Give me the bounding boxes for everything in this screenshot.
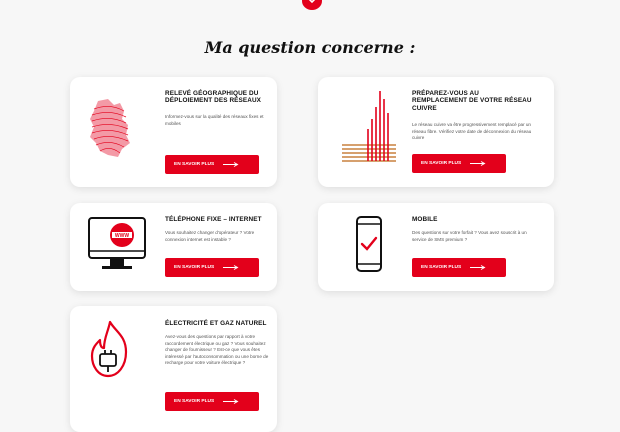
scroll-down-toggle[interactable] — [302, 0, 322, 10]
www-badge-text: WWW — [115, 233, 129, 239]
card-geographic-survey: RELEVÉ GÉOGRAPHIQUE DU DÉPLOIEMENT DES R… — [70, 77, 277, 187]
card-description: Le réseau cuivre va être progressivement… — [412, 122, 532, 141]
monitor-www-icon: WWW — [88, 217, 146, 269]
card-title: RELEVÉ GÉOGRAPHIQUE DU DÉPLOIEMENT DES R… — [165, 90, 262, 105]
button-label: EN SAVOIR PLUS — [174, 162, 215, 167]
smartphone-check-icon — [356, 216, 382, 272]
card-copper-network: PRÉPAREZ-VOUS AU REMPLACEMENT DE VOTRE R… — [318, 77, 554, 187]
arrow-right-icon — [470, 265, 486, 270]
flame-plug-icon — [90, 320, 128, 378]
card-description: Avez-vous des questions par rapport à vo… — [165, 334, 269, 366]
card-title: PRÉPAREZ-VOUS AU REMPLACEMENT DE VOTRE R… — [412, 90, 532, 112]
chevron-down-icon — [308, 0, 316, 4]
card-description: Des questions sur votre forfait ? Vous a… — [412, 230, 527, 242]
arrow-right-icon — [223, 399, 239, 404]
arrow-right-icon — [223, 162, 239, 167]
section-heading: Ma question concerne : — [204, 38, 416, 57]
card-electricity-gas: ÉLECTRICITÉ ET GAZ NATUREL Avez-vous des… — [70, 306, 277, 432]
learn-more-button[interactable]: EN SAVOIR PLUS — [412, 258, 506, 277]
card-description: Informez-vous sur la qualité des réseaux… — [165, 114, 264, 126]
card-landline-internet: WWW TÉLÉPHONE FIXE – INTERNET Vous souha… — [70, 203, 277, 291]
learn-more-button[interactable]: EN SAVOIR PLUS — [165, 155, 259, 174]
luxembourg-map-icon — [90, 99, 130, 157]
copper-fibre-cables-icon — [342, 91, 396, 162]
card-title: MOBILE — [412, 216, 438, 223]
button-label: EN SAVOIR PLUS — [421, 161, 462, 166]
learn-more-button[interactable]: EN SAVOIR PLUS — [165, 258, 259, 277]
button-label: EN SAVOIR PLUS — [174, 265, 215, 270]
arrow-right-icon — [470, 161, 486, 166]
button-label: EN SAVOIR PLUS — [421, 265, 462, 270]
card-mobile: MOBILE Des questions sur votre forfait ?… — [318, 203, 554, 291]
button-label: EN SAVOIR PLUS — [174, 399, 215, 404]
learn-more-button[interactable]: EN SAVOIR PLUS — [412, 154, 506, 173]
card-title: TÉLÉPHONE FIXE – INTERNET — [165, 216, 262, 223]
arrow-right-icon — [223, 265, 239, 270]
card-title: ÉLECTRICITÉ ET GAZ NATUREL — [165, 320, 267, 327]
learn-more-button[interactable]: EN SAVOIR PLUS — [165, 392, 259, 411]
card-description: Vous souhaitez changer d'opérateur ? Vot… — [165, 230, 255, 242]
